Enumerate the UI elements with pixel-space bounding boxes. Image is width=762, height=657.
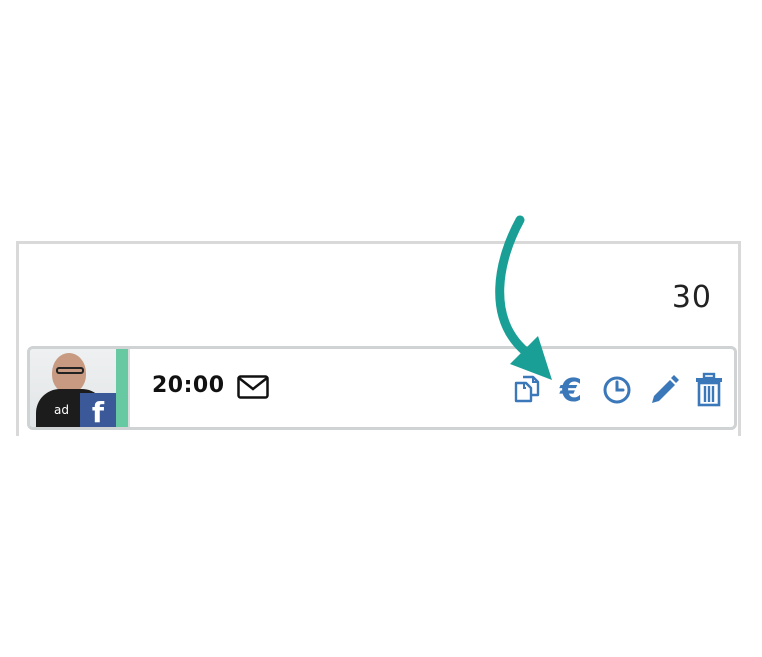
- clock-icon[interactable]: [600, 371, 634, 409]
- trash-icon[interactable]: [692, 371, 726, 409]
- facebook-icon: f: [80, 393, 116, 427]
- profile-avatar: ad f: [30, 349, 116, 427]
- avatar-glasses: [56, 367, 84, 374]
- scheduled-post-card[interactable]: ad f 20:00 €: [27, 346, 737, 430]
- day-number: 30: [671, 280, 712, 315]
- avatar-shirt-text: ad: [54, 403, 69, 417]
- copy-icon[interactable]: [510, 371, 544, 409]
- card-divider: [128, 349, 130, 427]
- euro-icon[interactable]: €: [554, 371, 588, 409]
- calendar-day-cell[interactable]: 30 ad f 20:00 €: [16, 241, 741, 436]
- envelope-icon: [237, 375, 269, 399]
- status-indicator: [116, 349, 128, 427]
- pencil-icon[interactable]: [646, 371, 680, 409]
- post-time: 20:00: [152, 373, 225, 398]
- screenshot-stage: 30 ad f 20:00 €: [0, 0, 762, 657]
